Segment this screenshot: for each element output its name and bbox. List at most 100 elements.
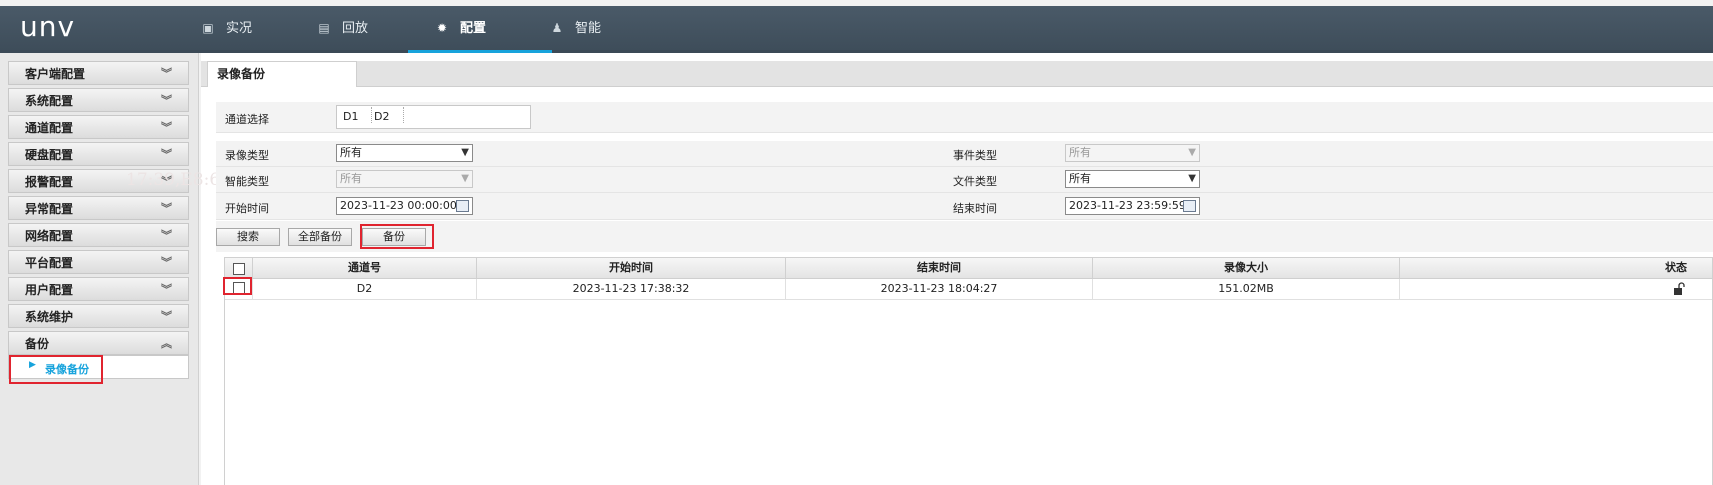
file-type-label: 文件类型 <box>953 175 997 188</box>
chevron-down-icon: ▼ <box>1188 147 1196 158</box>
sidebar-item-exception-config[interactable]: 异常配置 ︾ <box>8 196 189 220</box>
film-icon: ▤ <box>318 21 330 35</box>
chevron-down-icon: ▼ <box>1188 173 1196 184</box>
search-button[interactable]: 搜索 <box>216 228 280 246</box>
cell-record-size: 151.02MB <box>1092 279 1399 299</box>
sidebar-item-disk-config[interactable]: 硬盘配置 ︾ <box>8 142 189 166</box>
sidebar-item-label: 异常配置 <box>25 202 74 216</box>
channel-d2[interactable]: D2 <box>374 110 389 123</box>
table-header: 通道号 开始时间 结束时间 录像大小 状态 <box>225 258 1712 279</box>
calendar-icon[interactable] <box>456 200 469 212</box>
chevron-down-icon: ︾ <box>161 67 172 80</box>
chevron-down-icon: ︾ <box>161 148 172 161</box>
sidebar-item-platform-config[interactable]: 平台配置 ︾ <box>8 250 189 274</box>
tab-live-label: 实况 <box>226 21 253 36</box>
sidebar: 客户端配置 ︾ 系统配置 ︾ 通道配置 ︾ 硬盘配置 ︾ 报警配置 ︾ 异常配置 ︾ 网络配… <box>0 53 199 485</box>
sidebar-item-backup[interactable]: 备份 ︽ <box>8 331 189 355</box>
sidebar-item-label: 报警配置 <box>25 175 74 189</box>
start-time-value: 2023-11-23 00:00:00 <box>340 199 457 212</box>
record-type-label: 录像类型 <box>225 149 269 162</box>
sidebar-item-system-config[interactable]: 系统配置 ︾ <box>8 88 189 112</box>
backup-all-button[interactable]: 全部备份 <box>288 228 352 246</box>
tab-config[interactable]: ✹ 配置 <box>407 6 553 53</box>
tab-record-backup[interactable]: 录像备份 <box>207 61 357 87</box>
tab-live[interactable]: ▣ 实况 <box>192 6 260 50</box>
event-type-label: 事件类型 <box>953 149 997 162</box>
sidebar-item-label: 硬盘配置 <box>25 148 74 162</box>
cell-status <box>1399 279 1713 299</box>
channel-d1[interactable]: D1 <box>343 110 358 123</box>
sidebar-item-user-config[interactable]: 用户配置 ︾ <box>8 277 189 301</box>
chevron-down-icon: ︾ <box>161 94 172 107</box>
select-all-cell <box>225 258 252 278</box>
monitor-icon: ▣ <box>202 21 214 35</box>
event-type-select: 所有 ▼ <box>1065 144 1200 162</box>
calendar-icon[interactable] <box>1183 200 1196 212</box>
brand-logo: unv <box>20 10 76 43</box>
tab-playback-label: 回放 <box>342 21 369 36</box>
sidebar-item-label: 系统维护 <box>25 310 74 324</box>
chevron-up-icon: ︽ <box>161 337 172 350</box>
file-type-value: 所有 <box>1069 172 1091 185</box>
highlight-box <box>223 277 252 295</box>
tab-smart-label: 智能 <box>575 21 602 36</box>
col-start-time: 开始时间 <box>476 258 785 278</box>
tab-smart[interactable]: ♟ 智能 <box>541 6 609 50</box>
sidebar-item-alarm-config[interactable]: 报警配置 ︾ <box>8 169 189 193</box>
start-time-input[interactable]: 2023-11-23 00:00:00 <box>336 197 473 215</box>
gear-icon: ✹ <box>436 21 448 35</box>
unlock-icon[interactable] <box>1673 282 1685 296</box>
record-type-value: 所有 <box>340 146 362 159</box>
button-bar <box>216 221 1713 252</box>
chevron-down-icon: ▼ <box>461 173 469 184</box>
sidebar-item-client-config[interactable]: 客户端配置 ︾ <box>8 61 189 85</box>
col-status-label: 状态 <box>1665 261 1687 274</box>
record-table: 通道号 开始时间 结束时间 录像大小 状态 D2 2023-11-23 17:3… <box>224 257 1713 485</box>
select-all-checkbox[interactable] <box>233 263 245 275</box>
tab-playback[interactable]: ▤ 回放 <box>308 6 376 50</box>
end-time-input[interactable]: 2023-11-23 23:59:59 <box>1065 197 1200 215</box>
sidebar-item-label: 系统配置 <box>25 94 74 108</box>
chevron-down-icon: ▼ <box>461 147 469 158</box>
chevron-down-icon: ︾ <box>161 283 172 296</box>
cell-start-time: 2023-11-23 17:38:32 <box>476 279 785 299</box>
divider <box>371 107 372 123</box>
highlight-box <box>360 224 434 249</box>
channel-label: 通道选择 <box>225 113 269 126</box>
smart-type-value: 所有 <box>340 172 362 185</box>
smart-type-select: 所有 ▼ <box>336 170 473 188</box>
sidebar-item-label: 用户配置 <box>25 283 74 297</box>
col-record-size: 录像大小 <box>1092 258 1399 278</box>
chevron-down-icon: ︾ <box>161 229 172 242</box>
sidebar-item-network-config[interactable]: 网络配置 ︾ <box>8 223 189 247</box>
chevron-down-icon: ︾ <box>161 310 172 323</box>
top-nav-bar: unv ▣ 实况 ▤ 回放 ✹ 配置 ♟ 智能 <box>0 6 1713 53</box>
smart-type-label: 智能类型 <box>225 175 269 188</box>
end-time-label: 结束时间 <box>953 202 997 215</box>
file-type-select[interactable]: 所有 ▼ <box>1065 170 1200 188</box>
sidebar-item-channel-config[interactable]: 通道配置 ︾ <box>8 115 189 139</box>
cell-end-time: 2023-11-23 18:04:27 <box>785 279 1092 299</box>
chevron-down-icon: ︾ <box>161 175 172 188</box>
record-type-select[interactable]: 所有 ▼ <box>336 144 473 162</box>
sidebar-item-maintenance[interactable]: 系统维护 ︾ <box>8 304 189 328</box>
end-time-value: 2023-11-23 23:59:59 <box>1069 199 1186 212</box>
tab-config-label: 配置 <box>460 21 487 36</box>
chevron-down-icon: ︾ <box>161 256 172 269</box>
highlight-box <box>9 355 103 384</box>
cell-channel: D2 <box>252 279 476 299</box>
start-time-label: 开始时间 <box>225 202 269 215</box>
sidebar-item-label: 网络配置 <box>25 229 74 243</box>
event-type-value: 所有 <box>1069 146 1091 159</box>
main-content: 17:39,E8:6A:64:FC:76:83,y059 17:39,E8:6A… <box>126 53 1713 485</box>
chevron-down-icon: ︾ <box>161 202 172 215</box>
sidebar-item-label: 备份 <box>25 337 50 351</box>
col-status: 状态 <box>1399 258 1713 278</box>
sidebar-item-label: 通道配置 <box>25 121 74 135</box>
tab-strip: 录像备份 <box>201 61 1713 87</box>
col-channel: 通道号 <box>252 258 476 278</box>
chevron-down-icon: ︾ <box>161 121 172 134</box>
sidebar-item-label: 客户端配置 <box>25 67 86 81</box>
table-row[interactable]: D2 2023-11-23 17:38:32 2023-11-23 18:04:… <box>225 279 1712 300</box>
divider <box>403 107 404 123</box>
